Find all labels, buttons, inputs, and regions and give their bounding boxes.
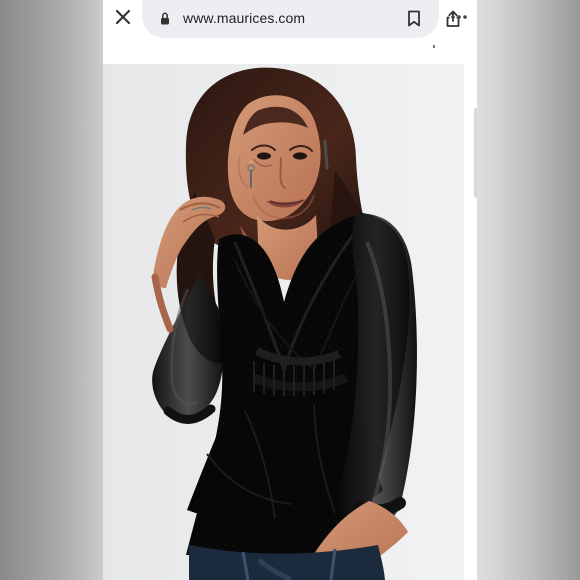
address-bar[interactable]: www.maurices.com bbox=[142, 0, 460, 38]
model-wearing-black-wrap-top bbox=[151, 67, 417, 580]
close-button[interactable] bbox=[114, 8, 132, 26]
bookmark-icon[interactable] bbox=[407, 10, 421, 27]
mobile-browser-screen: www.maurices.com bbox=[103, 0, 477, 580]
phone-screenshot-background: www.maurices.com bbox=[0, 0, 580, 580]
lock-icon bbox=[161, 12, 169, 25]
browser-toolbar: www.maurices.com bbox=[103, 0, 477, 38]
close-icon bbox=[115, 9, 131, 25]
more-icon[interactable] bbox=[450, 13, 468, 21]
product-image bbox=[103, 64, 464, 580]
page-scrollbar[interactable] bbox=[474, 108, 477, 198]
tiny-page-mark bbox=[433, 45, 435, 48]
url-text: www.maurices.com bbox=[183, 10, 306, 26]
